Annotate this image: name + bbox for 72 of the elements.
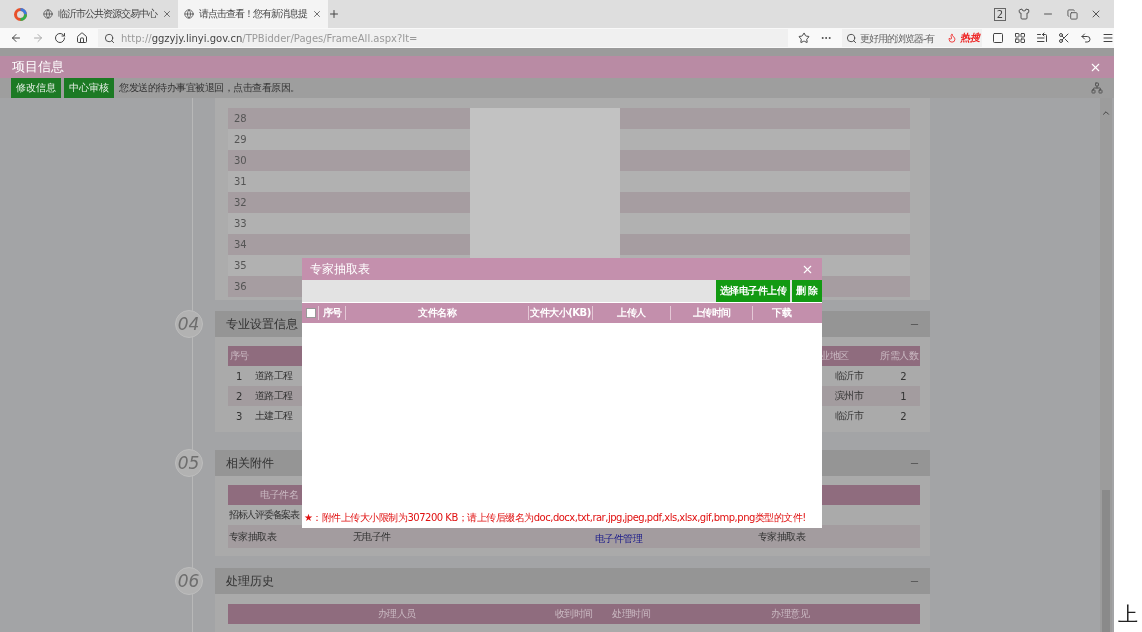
row-number: 36 [233, 281, 248, 292]
section-title: 处理历史 [226, 572, 274, 590]
scroll-up-icon[interactable] [1101, 108, 1111, 118]
table-header: 办理人员 收到时间 处理时间 办理意见 [228, 604, 920, 624]
flame-icon [947, 33, 957, 43]
menu-icon[interactable] [1102, 32, 1114, 44]
window-count[interactable]: 2 [993, 7, 1006, 21]
globe-icon [43, 9, 53, 19]
page-title: 项目信息 [12, 58, 64, 76]
scrollbar[interactable] [1100, 98, 1112, 632]
section-header[interactable]: 处理历史 [215, 568, 930, 594]
section-title: 专业设置信息 [226, 315, 298, 333]
table-cell: 3 [236, 410, 242, 422]
scissors-icon[interactable] [1058, 32, 1070, 44]
table-cell-text: 道路工程 [254, 389, 293, 403]
browser-logo-icon [14, 7, 27, 21]
upload-note: ★：附件上传大小限制为307200 KB；请上传后缀名为doc,docx,txt,rar,jpg,jpeg,pdf,xls,xlsx,gif,bmp,png类型的文件! [303, 511, 807, 525]
table-cell-text: 2 [900, 410, 907, 422]
search-icon [846, 32, 857, 44]
hot-search-link[interactable]: 热搜 [960, 31, 980, 45]
return-notice[interactable]: 您发送的待办事宜被退回，点击查看原因。 [119, 81, 300, 95]
dialog-button[interactable]: 选择电子件上传 [715, 280, 790, 302]
table-cell-text: 2 [900, 370, 907, 382]
row-number: 32 [233, 197, 248, 208]
dialog-title: 专家抽取表 [310, 260, 370, 278]
row-number: 33 [233, 218, 248, 229]
home-icon[interactable] [76, 32, 88, 44]
select-all-checkbox[interactable] [306, 308, 316, 318]
side-character: 上 [1118, 601, 1138, 628]
step-number: 05 [174, 449, 203, 477]
action-button[interactable]: 中心审核 [64, 78, 114, 98]
new-tab-icon[interactable] [328, 8, 340, 20]
table-cell-text: 道路工程 [254, 369, 293, 383]
search-icon [104, 32, 115, 44]
step-number: 04 [174, 310, 203, 338]
grid-icon[interactable] [1014, 32, 1026, 44]
browser-tab[interactable]: 请点击查看！您有新消息提 [178, 0, 328, 28]
row-number: 28 [233, 113, 248, 124]
globe-icon [184, 9, 194, 19]
favorites-list-icon[interactable] [1036, 32, 1048, 44]
back-icon[interactable] [10, 32, 22, 44]
table-cell-text: 无电子件 [352, 529, 391, 544]
address-field[interactable]: http://ggzyjy.linyi.gov.cn/TPBidder/Pages/FrameAll.aspx?It= [98, 29, 788, 47]
file-table-header: 序号 文件名称 文件大小(KB) 上传人 上传时间 下载 [302, 302, 822, 323]
star-icon[interactable] [798, 32, 810, 44]
row-number: 34 [233, 239, 248, 250]
row-number: 35 [233, 260, 248, 271]
close-icon[interactable] [162, 9, 172, 19]
table-cell: 临沂市 [834, 409, 864, 423]
square-icon[interactable] [992, 32, 1004, 44]
table-cell: 专家抽取表 [758, 529, 805, 544]
file-manage-link[interactable]: 电子件管理 [593, 533, 642, 544]
table-cell: 临沂市 [834, 369, 864, 383]
reload-icon[interactable] [54, 32, 66, 44]
dialog-button[interactable]: 删 除 [792, 280, 822, 302]
row-number: 30 [233, 155, 248, 166]
step-number: 06 [174, 567, 203, 595]
table-cell: 1 [236, 370, 242, 382]
close-icon[interactable] [312, 9, 322, 19]
search-field[interactable]: 更好用的浏览器-有 热搜 [842, 29, 982, 47]
sitemap-icon[interactable] [1091, 82, 1103, 94]
table-cell-text: 1 [900, 390, 907, 402]
table-cell-text: 土建工程 [254, 409, 293, 423]
table-cell: 2 [236, 390, 242, 402]
table-cell: 专家抽取表 [228, 529, 276, 544]
table-cell: 滨州市 [834, 389, 864, 403]
undo-icon[interactable] [1080, 32, 1092, 44]
row-number: 29 [233, 134, 248, 145]
table-cell: 招标人评委备案表 [228, 508, 299, 522]
action-button[interactable]: 修改信息 [11, 78, 61, 98]
section-title: 相关附件 [226, 454, 274, 472]
row-number: 31 [233, 176, 248, 187]
